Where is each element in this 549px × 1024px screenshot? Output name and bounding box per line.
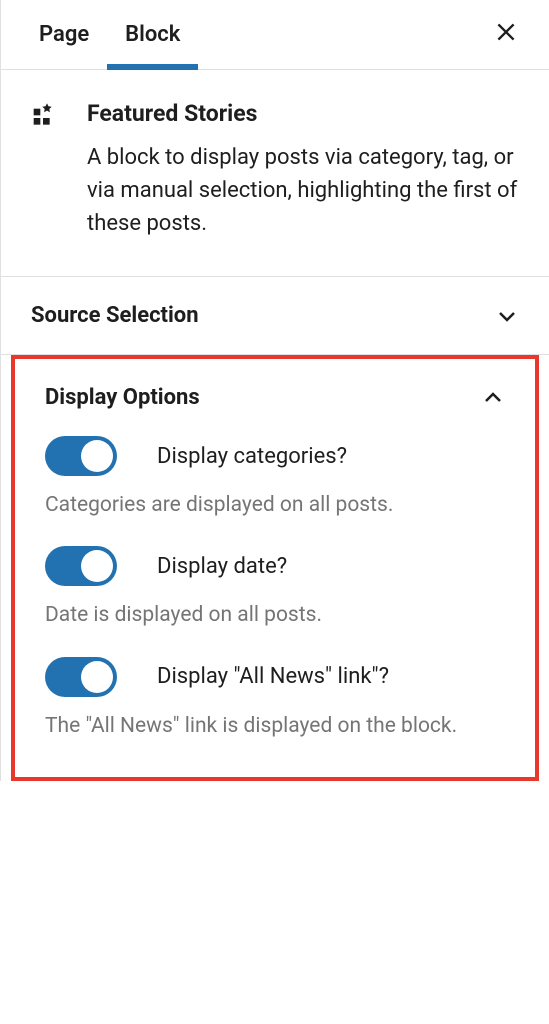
option-help: Date is displayed on all posts. xyxy=(45,600,505,630)
display-options-header[interactable]: Display Options xyxy=(15,359,535,436)
close-icon xyxy=(493,19,519,45)
toggle-display-categories[interactable] xyxy=(45,436,117,476)
chevron-up-icon xyxy=(481,386,505,410)
featured-stories-icon xyxy=(31,102,63,134)
option-label: Display "All News" link"? xyxy=(157,664,389,689)
display-options-highlight: Display Options Display categories? Cate… xyxy=(11,355,539,781)
option-help: The "All News" link is displayed on the … xyxy=(45,711,505,741)
tab-page[interactable]: Page xyxy=(21,0,107,69)
option-help: Categories are displayed on all posts. xyxy=(45,490,505,520)
option-label: Display date? xyxy=(157,554,287,579)
close-button[interactable] xyxy=(483,9,529,60)
option-display-date: Display date? Date is displayed on all p… xyxy=(45,546,505,630)
option-label: Display categories? xyxy=(157,444,347,469)
tabs-header: Page Block xyxy=(1,0,549,70)
block-title: Featured Stories xyxy=(87,100,519,127)
block-description: A block to display posts via category, t… xyxy=(87,141,519,240)
toggle-display-date[interactable] xyxy=(45,546,117,586)
source-selection-header[interactable]: Source Selection xyxy=(1,277,549,355)
toggle-knob xyxy=(81,550,113,582)
toggle-display-all-news-link[interactable] xyxy=(45,657,117,697)
toggle-knob xyxy=(81,440,113,472)
chevron-down-icon xyxy=(495,304,519,328)
block-info: Featured Stories A block to display post… xyxy=(1,70,549,277)
display-options-title: Display Options xyxy=(45,385,200,410)
option-display-categories: Display categories? Categories are displ… xyxy=(45,436,505,520)
block-text: Featured Stories A block to display post… xyxy=(87,100,519,240)
display-options-content: Display categories? Categories are displ… xyxy=(15,436,535,777)
source-selection-title: Source Selection xyxy=(31,303,199,328)
tab-block[interactable]: Block xyxy=(107,0,198,69)
toggle-knob xyxy=(81,661,113,693)
settings-panel: Page Block Featured Stories A block to d… xyxy=(0,0,549,781)
option-display-all-news-link: Display "All News" link"? The "All News"… xyxy=(45,657,505,741)
